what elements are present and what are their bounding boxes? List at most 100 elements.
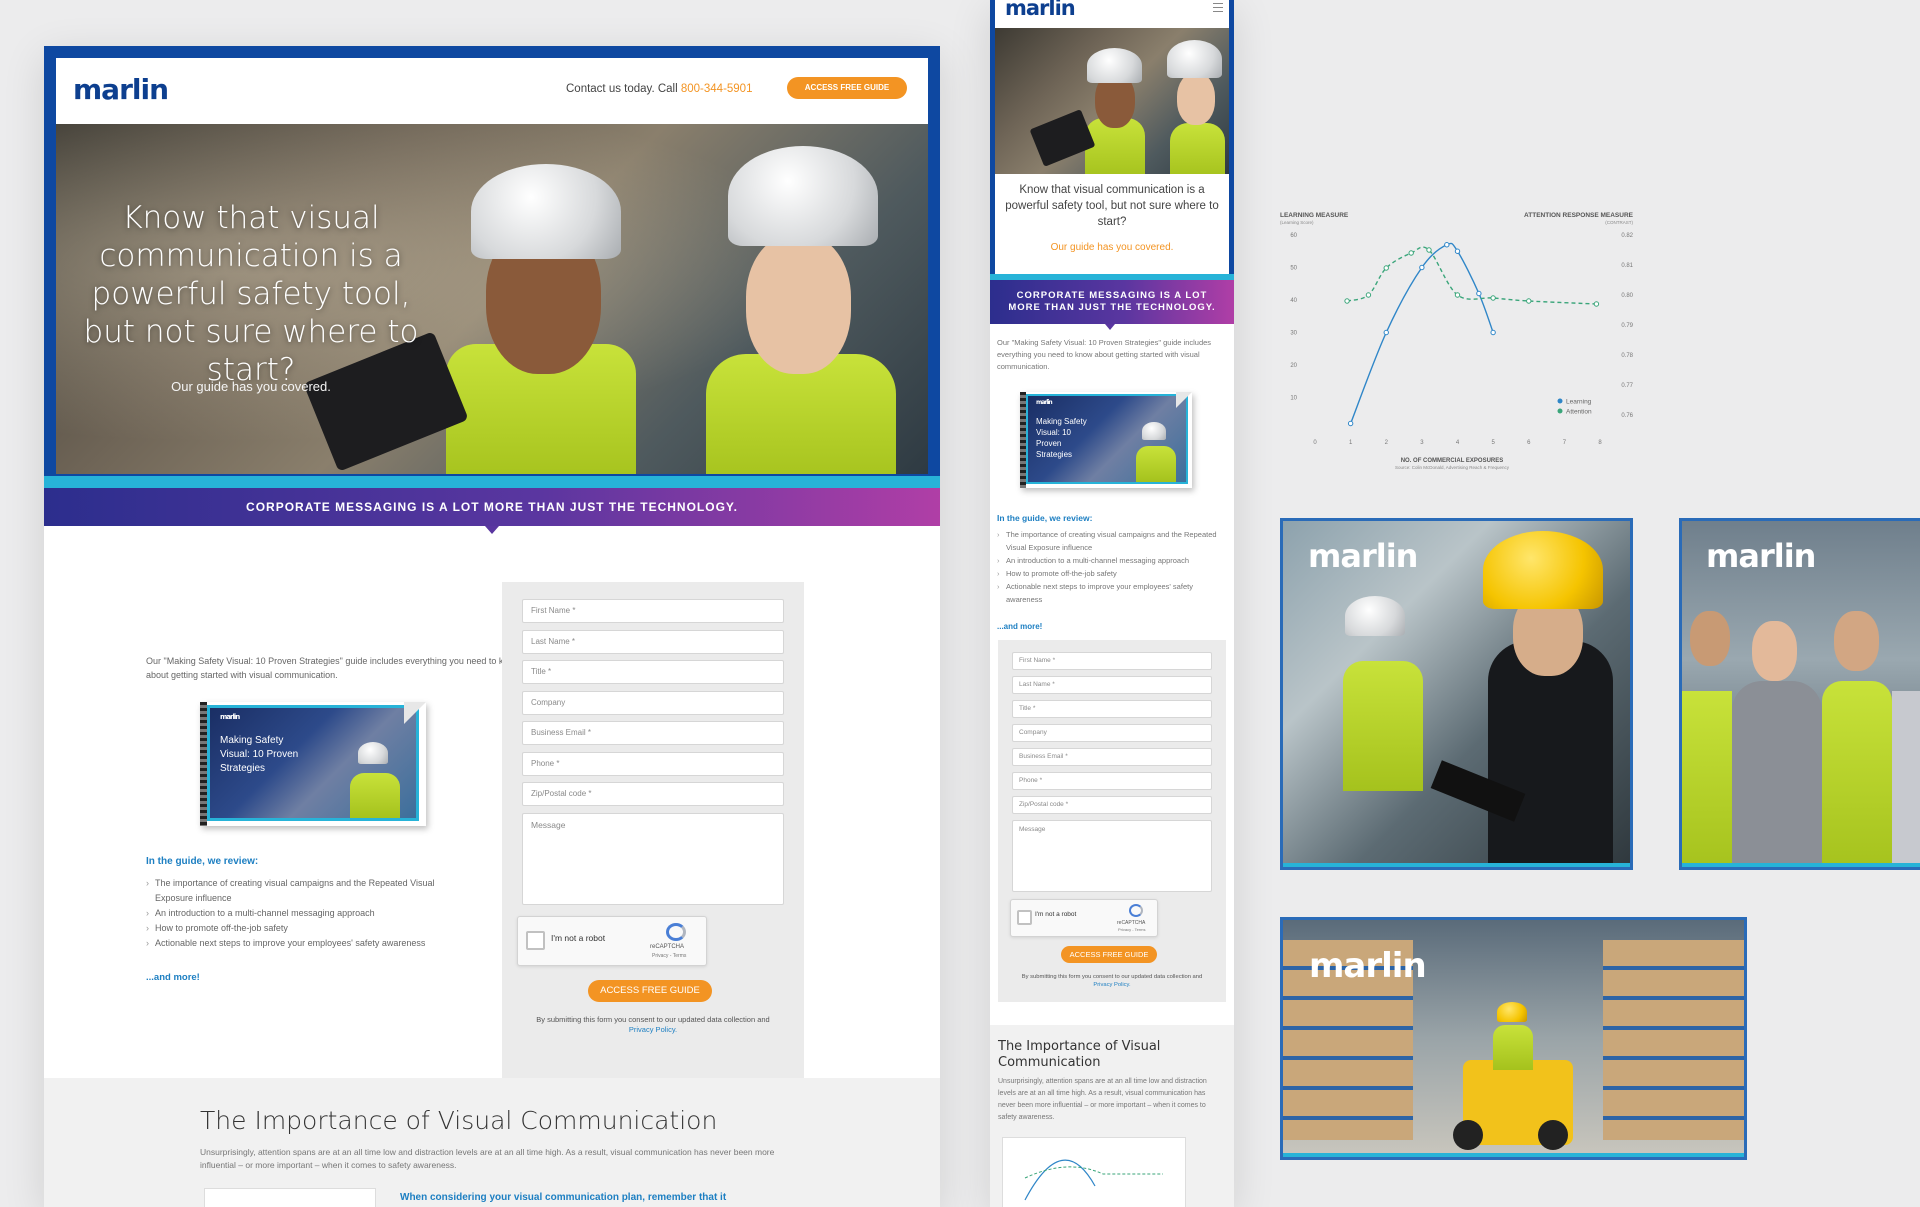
mobile-privacy-policy-link[interactable]: Privacy Policy. (1093, 982, 1130, 988)
desktop-header: marlin Contact us today. Call 800-344-59… (56, 58, 928, 124)
and-more-link[interactable]: ...and more! (146, 972, 200, 983)
desktop-landing-page: marlin Contact us today. Call 800-344-59… (44, 46, 940, 1207)
mobile-band-pointer (1105, 324, 1115, 330)
mobile-review-item: An introduction to a multi-channel messa… (997, 554, 1225, 567)
chart-x-tick: 0 (1313, 440, 1317, 446)
mobile-book-cover-art: marlin Making Safety Visual: 10 Proven S… (1026, 394, 1188, 484)
chart-x-tick: 8 (1598, 440, 1602, 446)
form-submit-button[interactable]: ACCESS FREE GUIDE (588, 980, 712, 1002)
mobile-guide-book[interactable]: marlin Making Safety Visual: 10 Proven S… (1020, 392, 1192, 488)
chart-y-right-tick: 0.81 (1621, 263, 1633, 269)
privacy-policy-link[interactable]: Privacy Policy. (629, 1025, 677, 1034)
chart-point-attention (1593, 301, 1600, 307)
company-field[interactable]: Company (522, 691, 784, 715)
mobile-book-fold (1176, 392, 1192, 408)
recaptcha-icon (666, 923, 686, 941)
marlin-logo[interactable]: marlin (73, 73, 169, 106)
mobile-zip-postal-field[interactable]: Zip/Postal code * (1012, 796, 1212, 814)
mobile-company-field[interactable]: Company (1012, 724, 1212, 742)
book-binding (200, 702, 207, 826)
hamburger-menu-icon[interactable] (1213, 3, 1223, 12)
business-email-field[interactable]: Business Email * (522, 721, 784, 745)
recaptcha-checkbox[interactable] (526, 931, 545, 950)
tile-marlin-logo: marlin (1308, 537, 1418, 575)
guide-book-cover[interactable]: marlin Making Safety Visual: 10 Proven S… (200, 702, 426, 826)
chart-right-axis-label: ATTENTION RESPONSE MEASURE (1524, 212, 1634, 219)
mobile-worker-vest-right (1170, 123, 1225, 174)
book-page-fold (404, 702, 426, 724)
chart-point-attention (1344, 298, 1350, 304)
chart-y-left-tick: 20 (1290, 363, 1297, 369)
mobile-review-item: How to promote off-the-job safety (997, 567, 1225, 580)
chart-series-line-attention (1346, 246, 1597, 305)
book-logo: marlin (220, 713, 240, 721)
tile-photo-team: marlin (1682, 521, 1920, 867)
book-worker-hat (358, 742, 388, 764)
band-pointer (485, 526, 499, 534)
book-worker-vest (350, 773, 400, 818)
zip-postal-field[interactable]: Zip/Postal code * (522, 782, 784, 806)
recaptcha-links[interactable]: Privacy - Terms (652, 953, 686, 959)
inspector-yellow-hardhat (1483, 531, 1603, 609)
header-access-guide-button[interactable]: ACCESS FREE GUIDE (787, 77, 907, 99)
first-name-field[interactable]: First Name * (522, 599, 784, 623)
section-chart-thumbnail (204, 1188, 376, 1207)
mobile-book-logo: marlin (1036, 399, 1053, 406)
mobile-recaptcha-icon (1129, 904, 1143, 917)
chart-point-attention (1383, 265, 1389, 271)
mobile-first-name-field[interactable]: First Name * (1012, 652, 1212, 670)
mobile-business-email-field[interactable]: Business Email * (1012, 748, 1212, 766)
mobile-message-textarea[interactable]: Message (1012, 820, 1212, 892)
hero-subhead: Our guide has you covered. (171, 379, 331, 394)
chart-point-learning (1454, 248, 1461, 254)
forklift-wheel-right (1538, 1120, 1568, 1150)
recaptcha-brand: reCAPTCHA (650, 944, 685, 950)
mobile-lead-form: First Name * Last Name * Title * Company… (998, 640, 1226, 1002)
mobile-review-item: Actionable next steps to improve your em… (997, 580, 1225, 606)
phone-field[interactable]: Phone * (522, 752, 784, 776)
legend-dot-learning (1557, 398, 1563, 404)
tile-photo-warehouse: marlin (1283, 920, 1744, 1157)
phone-link[interactable]: 800-344-5901 (681, 83, 753, 95)
exposure-line-chart: LEARNING MEASURE (Learning Score) ATTENT… (1270, 205, 1650, 475)
warehouse-rack-right (1603, 940, 1744, 1140)
mobile-hero-headline: Know that visual communication is a powe… (1005, 184, 1219, 228)
last-name-field[interactable]: Last Name * (522, 630, 784, 654)
guide-intro: Our "Making Safety Visual: 10 Proven Str… (146, 656, 520, 680)
review-item: The importance of creating visual campai… (146, 876, 466, 906)
team-worker-1-vest (1682, 691, 1732, 867)
chart-point-attention (1490, 295, 1496, 301)
chart-y-right-tick: 0.78 (1621, 353, 1633, 359)
chart-y-left-tick: 30 (1290, 331, 1297, 337)
mobile-last-name-field[interactable]: Last Name * (1012, 676, 1212, 694)
mobile-section-body: Unsurprisingly, attention spans are at a… (998, 1078, 1207, 1121)
chart-x-tick: 6 (1527, 440, 1531, 446)
mobile-book-title: Making Safety Visual: 10 Proven Strategi… (1036, 417, 1087, 459)
message-textarea[interactable]: Message (522, 813, 784, 905)
mobile-and-more-link[interactable]: ...and more! (997, 622, 1042, 631)
mobile-recaptcha-links[interactable]: Privacy - Terms (1118, 927, 1145, 932)
mobile-form-submit-button[interactable]: ACCESS FREE GUIDE (1061, 946, 1157, 963)
visual-communication-section: The Importance of Visual Communication U… (44, 1078, 940, 1207)
chart-point-learning (1444, 242, 1450, 248)
mobile-phone-field[interactable]: Phone * (1012, 772, 1212, 790)
mobile-mini-chart (1024, 1159, 1163, 1201)
chart-y-right-tick: 0.79 (1621, 323, 1633, 329)
mobile-recaptcha-label: I'm not a robot (1035, 911, 1077, 918)
chart-x-tick: 3 (1420, 440, 1424, 446)
chart-point-attention (1454, 292, 1461, 298)
title-field[interactable]: Title * (522, 660, 784, 684)
mobile-consent-text: By submitting this form you consent to o… (1006, 973, 1218, 989)
mobile-hero-subhead: Our guide has you covered. (1050, 242, 1174, 253)
mobile-recaptcha-checkbox[interactable] (1017, 910, 1032, 925)
mobile-title-field[interactable]: Title * (1012, 700, 1212, 718)
section-callout: When considering your visual communicati… (400, 1192, 727, 1203)
mobile-review-list: The importance of creating visual campai… (997, 528, 1225, 606)
chart-y-left-tick: 50 (1290, 266, 1297, 272)
chart-y-right-tick: 0.76 (1621, 413, 1633, 419)
team-worker-4-shirt (1892, 691, 1920, 867)
mobile-marlin-logo[interactable]: marlin (1005, 0, 1076, 20)
corporate-messaging-band: CORPORATE MESSAGING IS A LOT MORE THAN J… (44, 488, 940, 526)
chart-point-learning (1476, 290, 1482, 297)
mobile-landing-page: marlin Know that visual communication is… (990, 0, 1234, 1207)
